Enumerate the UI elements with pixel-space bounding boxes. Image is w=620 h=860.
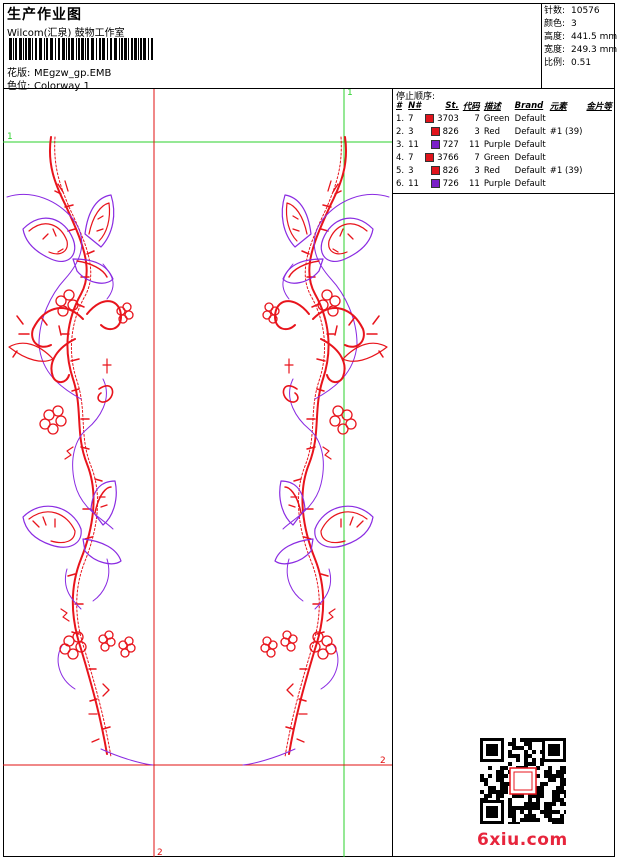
thread-color-swatch xyxy=(425,152,435,162)
row-desc: Red xyxy=(483,165,500,176)
row-needle: 7 xyxy=(408,152,414,163)
marker-c: 2 xyxy=(380,756,386,766)
row-brand: Default xyxy=(514,178,546,189)
row-code: 3 xyxy=(474,126,480,137)
marker-d: 2 xyxy=(157,848,163,857)
thread-color-swatch xyxy=(425,113,435,123)
row-sequin xyxy=(584,138,614,151)
row-sequin xyxy=(584,112,614,125)
row-code: 3 xyxy=(474,165,480,176)
col-stitches: St. xyxy=(445,101,459,111)
table-header-row: # N# St. 代码 描述 Brand 元素 金片等 xyxy=(394,100,614,112)
qr-code xyxy=(480,738,566,824)
header-panel: 生产作业图 Wilcom(汇泉) 鼓物工作室 花版: MEgzw_gp.EMB 色… xyxy=(3,3,541,92)
row-desc: Purple xyxy=(483,139,511,150)
row-stitches: 726 xyxy=(423,177,461,190)
col-element: 元素 xyxy=(549,102,567,112)
row-index: 3. xyxy=(396,139,405,150)
stat-width: 宽度: 249.3 mm xyxy=(544,45,618,55)
marker-a: 1 xyxy=(7,132,13,142)
thread-color-swatch xyxy=(430,178,440,188)
embroidery-motif-right xyxy=(242,136,390,766)
col-needle: N# xyxy=(408,101,422,111)
row-desc: Red xyxy=(483,126,500,137)
row-needle: 3 xyxy=(408,165,414,176)
thread-color-swatch xyxy=(430,165,440,175)
row-desc: Green xyxy=(483,152,510,163)
row-stitches: 727 xyxy=(423,138,461,151)
table-row: 3. 11 727 11 Purple Default xyxy=(394,138,614,151)
page-title: 生产作业图 xyxy=(7,7,82,23)
embroidery-canvas: 1 1 2 2 xyxy=(3,89,392,857)
stat-colors: 颜色: 3 xyxy=(544,19,577,29)
thread-color-swatch xyxy=(430,139,440,149)
row-element xyxy=(548,177,585,190)
col-index: # xyxy=(396,101,402,111)
company-name: Wilcom(汇泉) 鼓物工作室 xyxy=(7,28,125,39)
row-desc: Green xyxy=(483,113,510,124)
row-element: #1 (39) xyxy=(549,126,583,137)
barcode xyxy=(9,38,153,60)
site-logo: 6xiu.com xyxy=(477,830,568,850)
stop-sequence-panel: 停止顺序: # N# St. 代码 描述 Brand 元素 金片等 1. 7 370… xyxy=(393,89,615,194)
col-sequin: 金片等 xyxy=(586,102,612,112)
row-code: 7 xyxy=(474,113,480,124)
row-index: 2. xyxy=(396,126,405,137)
row-needle: 11 xyxy=(408,178,419,189)
row-code: 11 xyxy=(468,139,480,150)
row-stitches: 3766 xyxy=(423,151,461,164)
table-row: 6. 11 726 11 Purple Default xyxy=(394,177,614,190)
row-code: 11 xyxy=(468,178,480,189)
row-index: 6. xyxy=(396,178,405,189)
row-stitches: 3703 xyxy=(423,112,461,125)
col-code: 代码 xyxy=(462,102,480,112)
stat-stitches: 针数: 10576 xyxy=(544,6,600,16)
embroidery-motif-left xyxy=(6,136,154,766)
stop-sequence-table: # N# St. 代码 描述 Brand 元素 金片等 1. 7 3703 7 Gree… xyxy=(394,100,614,190)
table-row: 5. 3 826 3 Red Default #1 (39) xyxy=(394,164,614,177)
row-stitches: 826 xyxy=(423,125,461,138)
row-index: 4. xyxy=(396,152,405,163)
row-needle: 7 xyxy=(408,113,414,124)
stat-height: 高度: 441.5 mm xyxy=(544,32,618,42)
marker-b: 1 xyxy=(347,89,353,98)
row-element xyxy=(548,151,585,164)
stats-panel: 针数: 10576 颜色: 3 高度: 441.5 mm 宽度: 249.3 mm 比例… xyxy=(541,3,618,89)
row-sequin xyxy=(584,164,614,177)
row-element xyxy=(548,112,585,125)
thread-color-swatch xyxy=(430,126,440,136)
row-sequin xyxy=(584,177,614,190)
table-row: 1. 7 3703 7 Green Default xyxy=(394,112,614,125)
row-index: 5. xyxy=(396,165,405,176)
col-brand: Brand xyxy=(514,101,544,111)
row-index: 1. xyxy=(396,113,405,124)
row-element xyxy=(548,138,585,151)
design-preview: 1 1 2 2 xyxy=(3,89,393,857)
row-sequin xyxy=(584,151,614,164)
row-needle: 3 xyxy=(408,126,414,137)
row-stitches: 826 xyxy=(423,164,461,177)
row-sequin xyxy=(584,125,614,138)
row-brand: Default xyxy=(514,165,546,176)
row-desc: Purple xyxy=(483,178,511,189)
row-brand: Default xyxy=(514,139,546,150)
row-brand: Default xyxy=(514,126,546,137)
table-row: 2. 3 826 3 Red Default #1 (39) xyxy=(394,125,614,138)
row-needle: 11 xyxy=(408,139,419,150)
row-brand: Default xyxy=(514,113,546,124)
row-element: #1 (39) xyxy=(549,165,583,176)
stat-scale: 比例: 0.51 xyxy=(544,58,592,68)
col-desc: 描述 xyxy=(483,102,501,112)
row-code: 7 xyxy=(474,152,480,163)
row-brand: Default xyxy=(514,152,546,163)
table-row: 4. 7 3766 7 Green Default xyxy=(394,151,614,164)
